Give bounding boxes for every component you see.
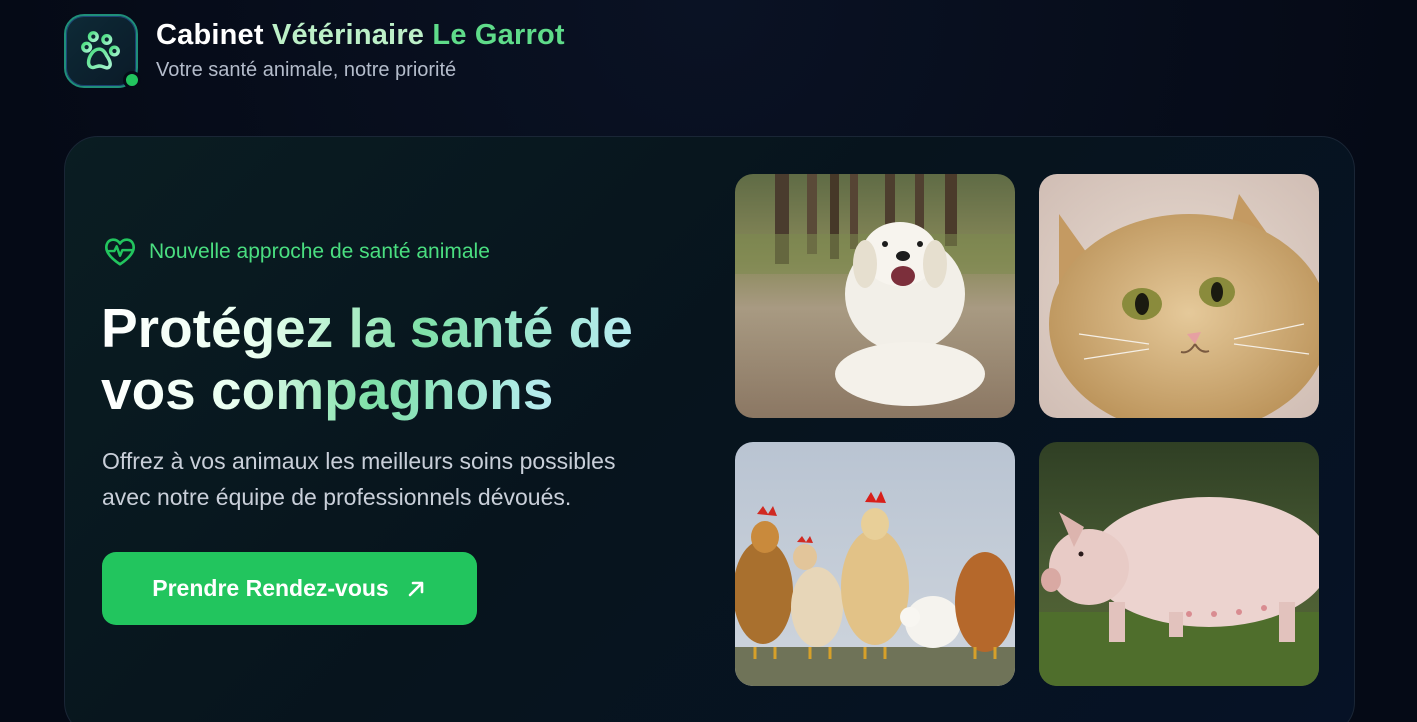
dog-photo [735,174,1015,418]
brand-title-word-2: Vétérinaire [272,18,425,51]
page: Cabinet Vétérinaire Le Garrot Votre sant… [0,0,1417,722]
description-line-2: avec notre équipe de professionnels dévo… [102,484,572,510]
paw-icon [81,31,120,70]
hero-headline: Protégez la santé de vos compagnons [101,297,701,421]
chickens-photo [735,442,1015,686]
headline-line-1: Protégez la santé de [101,297,633,359]
heart-pulse-icon [105,238,135,266]
badge-text: Nouvelle approche de santé animale [149,240,490,263]
status-dot [123,71,141,89]
pig-photo [1039,442,1319,686]
hero-card: Nouvelle approche de santé animale Proté… [64,136,1355,722]
hero-description: Offrez à vos animaux les meilleurs soins… [102,443,662,515]
cta-label: Prendre Rendez-vous [152,575,389,601]
description-line-1: Offrez à vos animaux les meilleurs soins… [102,448,616,474]
brand-title[interactable]: Cabinet Vétérinaire Le Garrot [156,18,565,52]
cat-photo [1039,174,1319,418]
brand: Cabinet Vétérinaire Le Garrot Votre sant… [156,18,565,83]
hero-badge: Nouvelle approche de santé animale [103,235,490,269]
book-appointment-button[interactable]: Prendre Rendez-vous [102,552,477,625]
brand-subtitle: Votre santé animale, notre priorité [156,59,457,82]
headline-line-2: vos compagnons [101,359,554,421]
brand-title-word-1: Cabinet [156,18,264,51]
arrow-up-right-icon [408,581,424,596]
brand-title-word-3: Le Garrot [432,18,565,51]
logo[interactable] [64,14,141,89]
site-header: Cabinet Vétérinaire Le Garrot Votre sant… [64,14,565,89]
